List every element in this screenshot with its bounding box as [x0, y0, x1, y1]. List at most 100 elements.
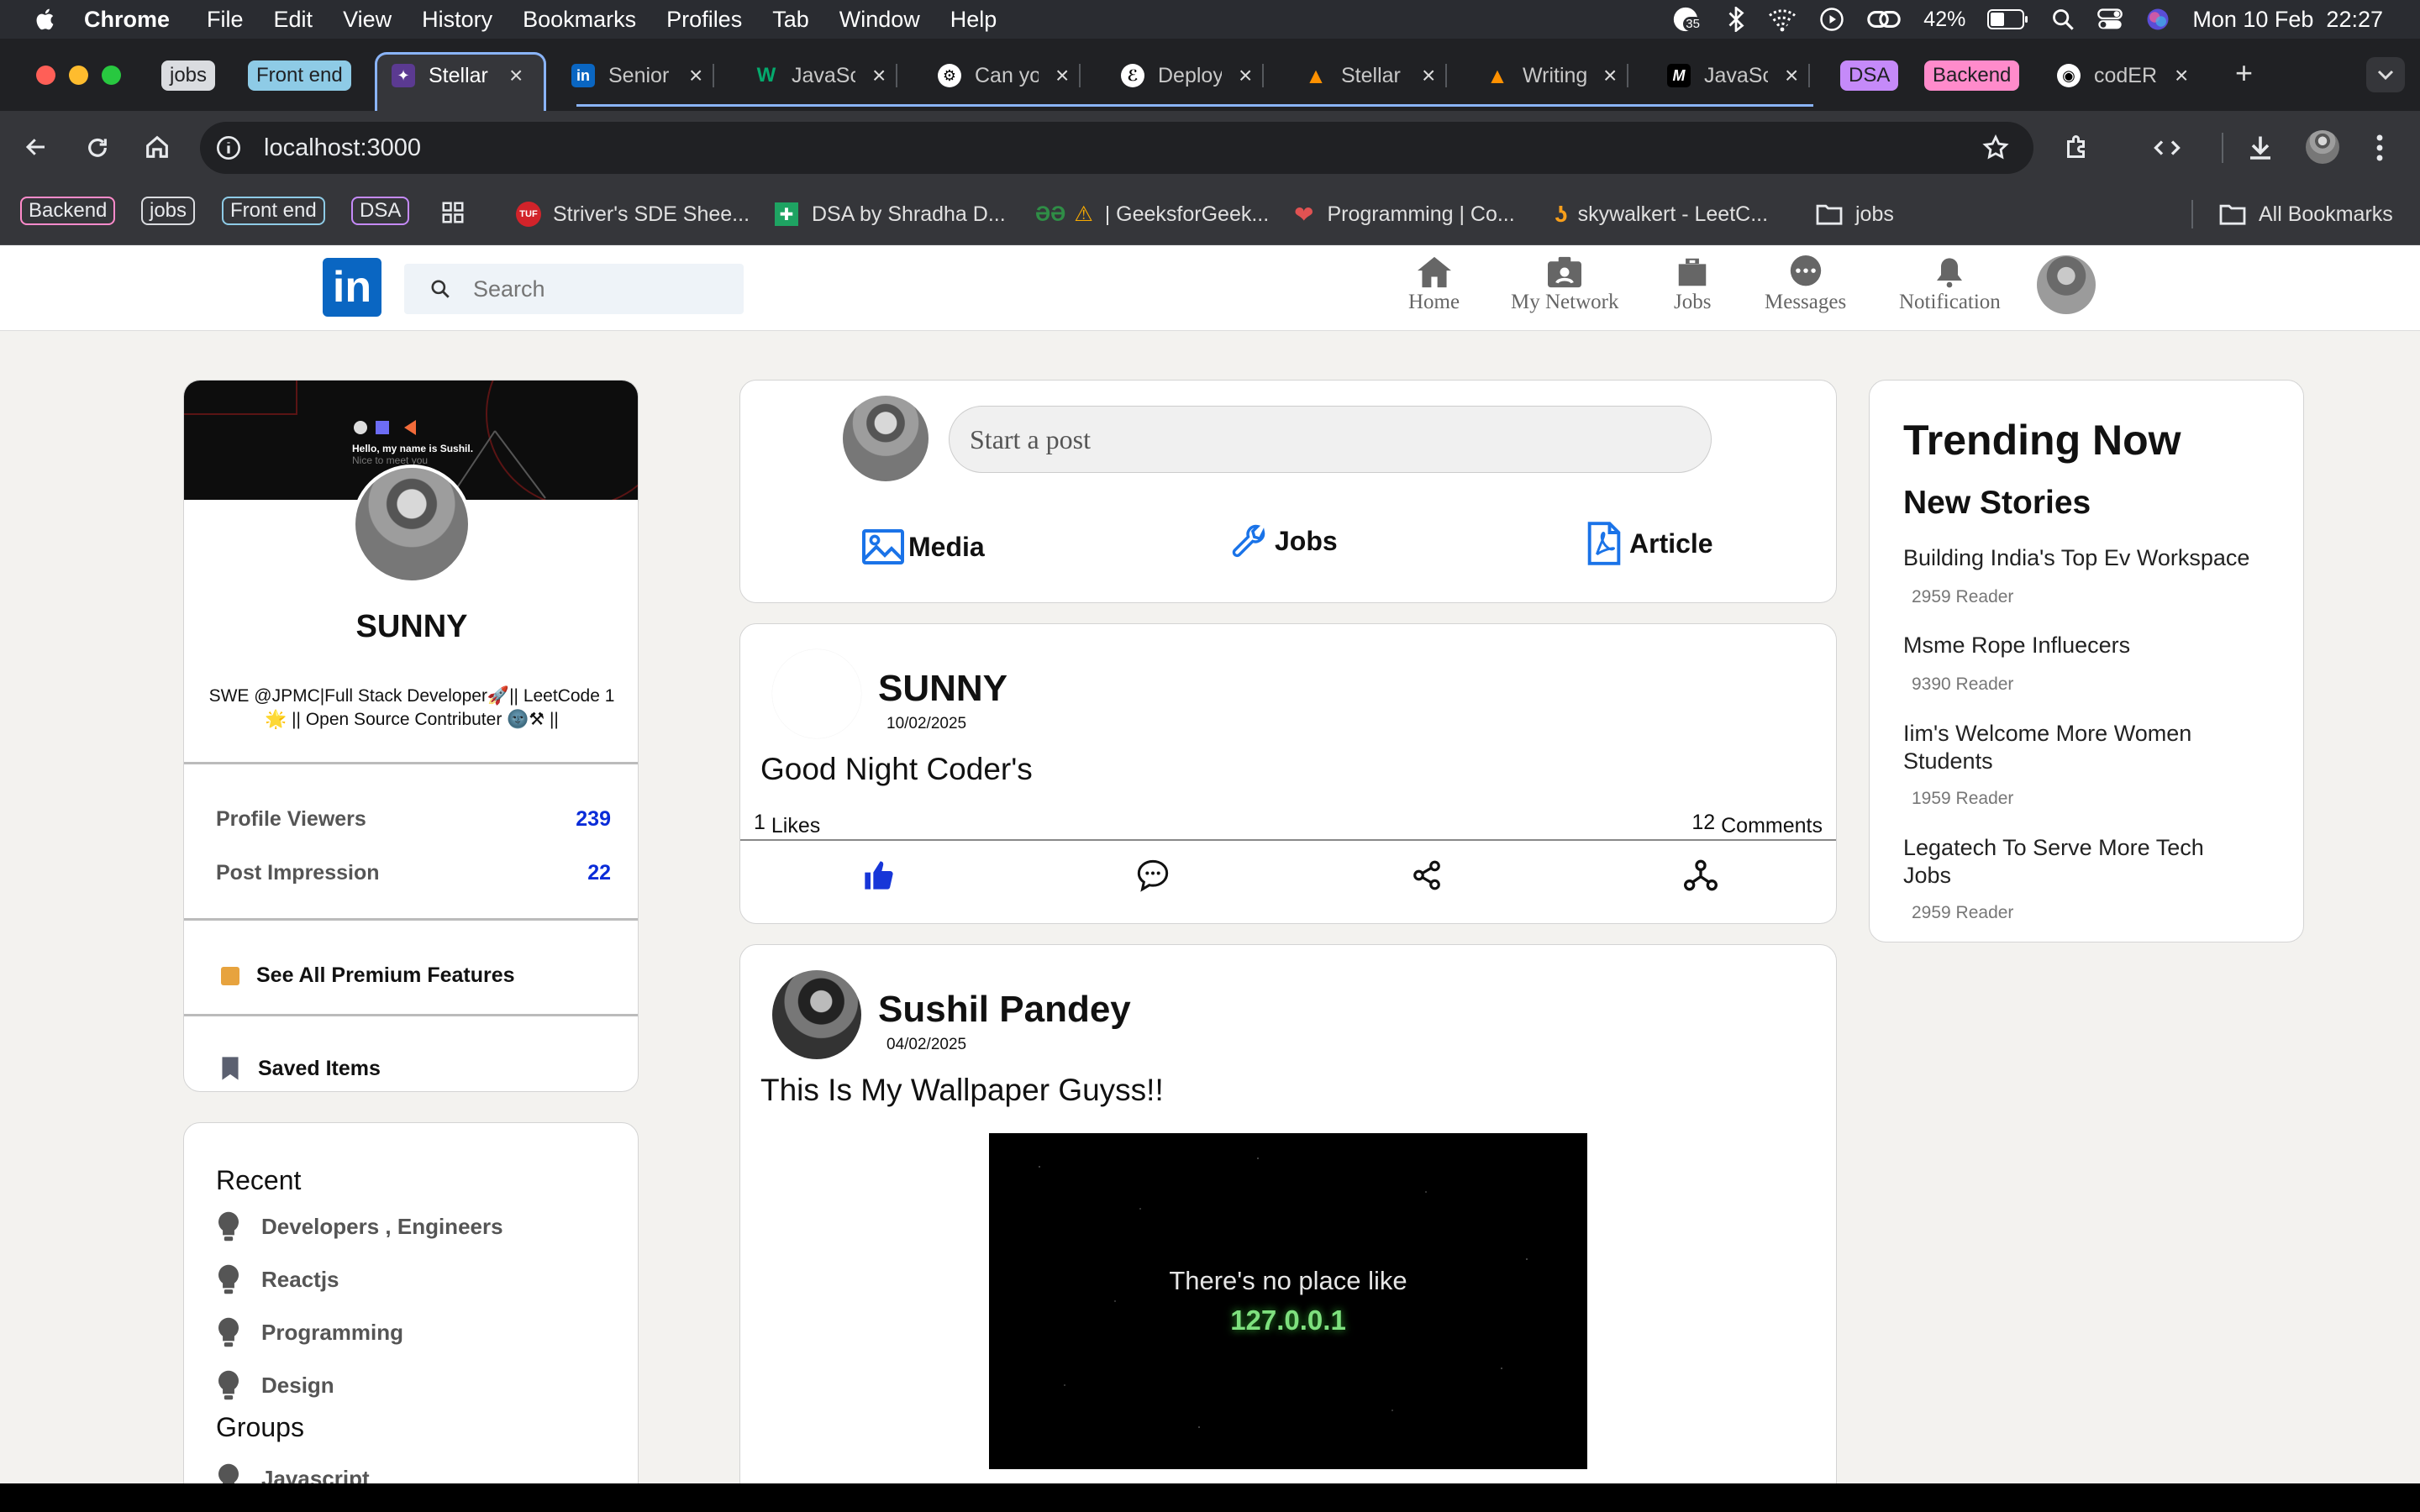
group-item[interactable]: Javascript	[216, 1462, 370, 1483]
devtools-icon[interactable]	[2151, 133, 2183, 167]
tab-javascript-medium[interactable]: M JavaSc ×	[1667, 55, 1811, 96]
siri-icon[interactable]	[2145, 7, 2170, 32]
chrome-menu-icon[interactable]	[2375, 133, 2385, 167]
download-icon[interactable]	[2245, 133, 2275, 167]
tab-group-jobs[interactable]: jobs	[161, 60, 216, 91]
back-icon[interactable]	[22, 134, 50, 164]
menu-view[interactable]: View	[343, 7, 392, 33]
profile-name[interactable]: SUNNY	[184, 609, 638, 645]
search-box[interactable]	[404, 264, 744, 314]
menu-history[interactable]: History	[422, 7, 492, 33]
menu-window[interactable]: Window	[839, 7, 920, 33]
menu-app-name[interactable]: Chrome	[84, 7, 170, 33]
nav-jobs[interactable]: Jobs	[1674, 255, 1711, 314]
recent-item[interactable]: Design	[216, 1369, 334, 1401]
close-tab-icon[interactable]: ×	[1422, 62, 1435, 89]
post-comments[interactable]: 12 Comments	[1691, 811, 1823, 838]
post-author-avatar[interactable]	[772, 649, 861, 738]
close-tab-icon[interactable]: ×	[689, 62, 702, 89]
menu-tab[interactable]: Tab	[772, 7, 809, 33]
close-tab-icon[interactable]: ×	[1239, 62, 1252, 89]
tab-senior[interactable]: in Senior ×	[571, 55, 715, 96]
bookmark-programming[interactable]: ❤ Programming | Co...	[1294, 195, 1515, 234]
wifi-icon[interactable]	[1767, 7, 1797, 32]
new-tab-icon[interactable]: +	[2235, 55, 2253, 91]
story-title[interactable]: Iim's Welcome More Women Students	[1903, 720, 2256, 775]
menu-edit[interactable]: Edit	[274, 7, 313, 33]
all-bookmarks[interactable]: All Bookmarks	[2218, 195, 2393, 234]
post-image[interactable]: There's no place like 127.0.0.1	[989, 1133, 1587, 1469]
recent-item[interactable]: Reactjs	[216, 1263, 339, 1295]
stat-post-impression[interactable]: Post Impression 22	[216, 861, 611, 885]
send-button[interactable]	[1681, 856, 1720, 895]
nav-profile-avatar[interactable]	[2037, 255, 2096, 314]
address-bar[interactable]: localhost:3000	[200, 122, 2033, 174]
comment-button[interactable]	[1134, 856, 1172, 895]
start-post-input[interactable]: Start a post	[949, 406, 1712, 473]
story-title[interactable]: Legatech To Serve More Tech Jobs	[1903, 834, 2256, 890]
extensions-icon[interactable]	[2062, 133, 2092, 167]
nav-my-network[interactable]: My Network	[1511, 255, 1618, 314]
menu-help[interactable]: Help	[950, 7, 997, 33]
post-likes[interactable]: 1 Likes	[754, 811, 820, 838]
tab-deploy[interactable]: ℰ Deploy ×	[1121, 55, 1265, 96]
tab-group-dsa[interactable]: DSA	[1840, 60, 1899, 91]
tab-stellar[interactable]: ✦ Stellar ×	[392, 55, 523, 96]
post-author-name[interactable]: Sushil Pandey	[878, 989, 1131, 1031]
link-icon[interactable]	[1866, 7, 1902, 32]
close-tab-icon[interactable]: ×	[509, 62, 523, 89]
recent-item[interactable]: Programming	[216, 1316, 403, 1348]
share-button[interactable]	[1407, 856, 1446, 895]
linkedin-logo[interactable]: in	[323, 258, 381, 317]
recent-item[interactable]: Developers , Engineers	[216, 1210, 503, 1242]
nav-messages[interactable]: Messages	[1765, 255, 1846, 314]
tab-github[interactable]: ◉ codER ×	[2057, 55, 2188, 96]
menu-file[interactable]: File	[207, 7, 244, 33]
like-button[interactable]	[860, 856, 898, 895]
close-tab-icon[interactable]: ×	[1055, 62, 1069, 89]
bookmark-leetcode[interactable]: ʖ skywalkert - LeetC...	[1555, 195, 1768, 234]
menu-profiles[interactable]: Profiles	[666, 7, 742, 33]
menu-bookmarks[interactable]: Bookmarks	[523, 7, 636, 33]
close-tab-icon[interactable]: ×	[1603, 62, 1617, 89]
stat-profile-viewers[interactable]: Profile Viewers 239	[216, 807, 611, 832]
jobs-button[interactable]: Jobs	[1231, 522, 1338, 560]
tab-chatgpt[interactable]: ⚙ Can yo ×	[938, 55, 1081, 96]
composer-avatar[interactable]	[843, 396, 929, 481]
bookmark-dsa-shradha[interactable]: ✚ DSA by Shradha D...	[775, 195, 1006, 234]
close-tab-icon[interactable]: ×	[2175, 62, 2188, 89]
media-button[interactable]: Media	[861, 528, 985, 565]
window-minimize-button[interactable]	[69, 66, 88, 85]
bluetooth-icon[interactable]	[1727, 7, 1745, 32]
saved-items-link[interactable]: Saved Items	[221, 1056, 381, 1081]
bookmark-striver[interactable]: TUF Striver's SDE Shee...	[516, 195, 750, 234]
nav-notification[interactable]: Notification	[1899, 255, 2001, 314]
bookmark-group-dsa[interactable]: DSA	[351, 197, 410, 225]
tab-stellar-firebase[interactable]: ▲ Stellar ×	[1304, 55, 1448, 96]
post-author-name[interactable]: SUNNY	[878, 668, 1007, 710]
control-center-icon[interactable]	[2096, 8, 2123, 31]
bookmark-group-jobs[interactable]: jobs	[141, 197, 196, 225]
notification-badge-icon[interactable]: 35	[1671, 5, 1705, 34]
play-icon[interactable]	[1819, 7, 1844, 32]
bookmark-folder-jobs[interactable]: jobs	[1815, 195, 1894, 234]
url-text[interactable]: localhost:3000	[264, 134, 421, 162]
spotlight-search-icon[interactable]	[2051, 8, 2075, 31]
reload-icon[interactable]	[84, 134, 111, 165]
story-title[interactable]: Msme Rope Influecers	[1903, 633, 2130, 659]
close-tab-icon[interactable]: ×	[1785, 62, 1798, 89]
window-zoom-button[interactable]	[102, 66, 121, 85]
bookmark-star-icon[interactable]	[1981, 134, 2010, 162]
story-title[interactable]: Building India's Top Ev Workspace	[1903, 545, 2249, 571]
chrome-profile-avatar[interactable]	[2306, 130, 2339, 164]
bookmark-geeksforgeeks[interactable]: ƏƏ ⚠ | GeeksforGeek...	[1035, 195, 1269, 234]
site-info-icon[interactable]	[215, 134, 242, 161]
premium-features-link[interactable]: See All Premium Features	[221, 963, 515, 988]
post-author-avatar[interactable]	[772, 970, 861, 1059]
nav-home[interactable]: Home	[1408, 255, 1460, 314]
tab-group-front-end[interactable]: Front end	[248, 60, 351, 91]
bookmark-group-front-end[interactable]: Front end	[222, 197, 325, 225]
menu-clock[interactable]: Mon 10 Feb 22:27	[2192, 7, 2383, 33]
profile-picture[interactable]	[352, 465, 471, 584]
bookmark-group-backend[interactable]: Backend	[20, 197, 116, 225]
